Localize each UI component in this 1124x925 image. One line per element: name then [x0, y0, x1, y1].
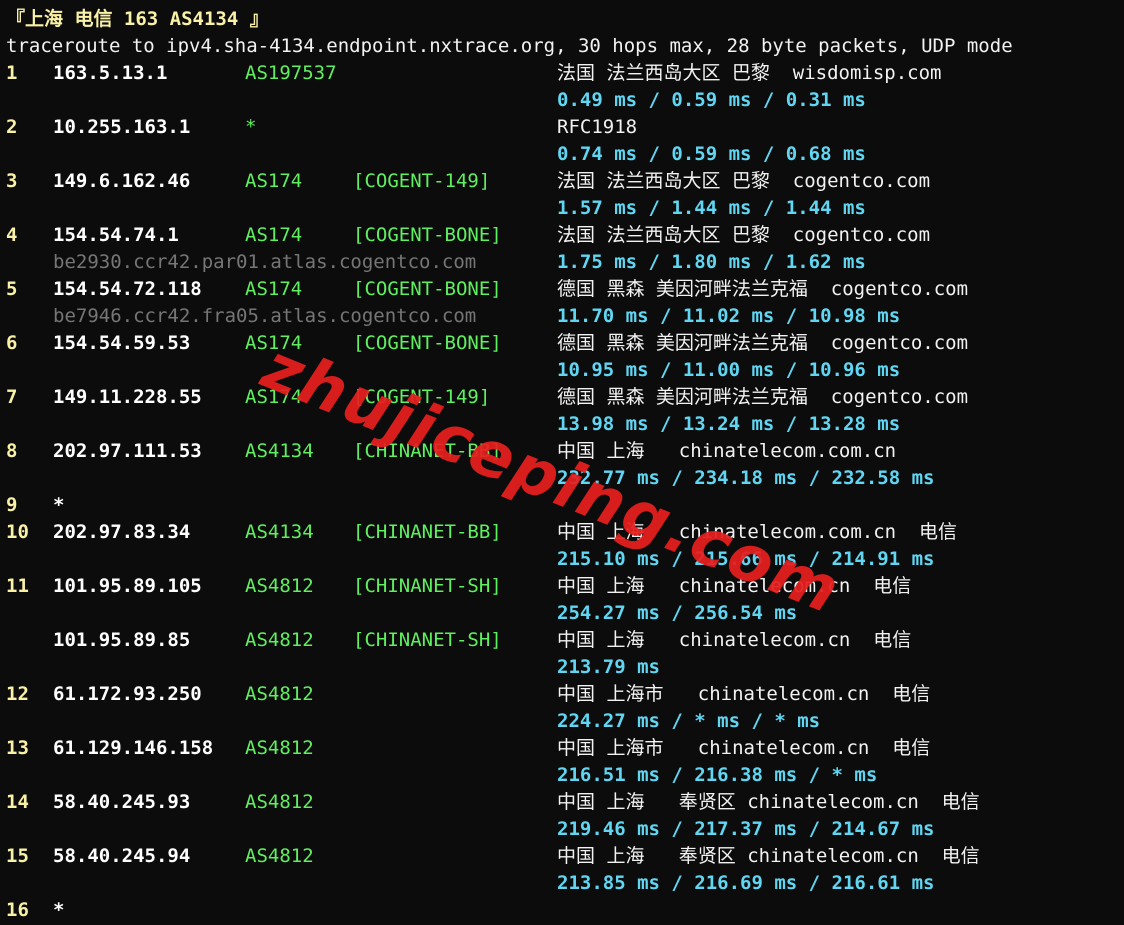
hop-ip: 101.95.89.85	[53, 629, 191, 651]
hop-ip: 58.40.245.93	[53, 791, 191, 813]
hop-rtt: 216.51 ms / 216.38 ms / * ms	[557, 764, 878, 786]
hop-network-tag: [COGENT-BONE]	[353, 332, 502, 354]
hop-network-tag: [CHINANET-SH]	[353, 575, 502, 597]
hop-ip: 61.172.93.250	[53, 683, 202, 705]
hop-geo: 中国 上海 chinatelecom.cn 电信	[557, 629, 912, 651]
hop-asn: AS4812	[245, 737, 314, 759]
trace-header: 『上海 电信 163 AS4134 』	[6, 8, 269, 30]
hop-ip: 154.54.74.1	[53, 224, 179, 246]
terminal-window: 『上海 电信 163 AS4134 』 traceroute to ipv4.s…	[0, 0, 1124, 925]
hop-hostname: be7946.ccr42.fra05.atlas.cogentco.com	[53, 305, 477, 327]
hop-number: 7	[6, 386, 18, 408]
hop-ip: 10.255.163.1	[53, 116, 191, 138]
hop-asn: AS4812	[245, 845, 314, 867]
hop-number: 1	[6, 62, 18, 84]
hop-asn: AS4812	[245, 683, 314, 705]
hop-rtt: 213.85 ms / 216.69 ms / 216.61 ms	[557, 872, 935, 894]
hop-asn: AS174	[245, 224, 303, 246]
hop-number: 12	[6, 683, 29, 705]
hop-geo: 德国 黑森 美因河畔法兰克福 cogentco.com	[557, 386, 969, 408]
hop-number: 3	[6, 170, 18, 192]
hop-ip: 154.54.59.53	[53, 332, 191, 354]
hop-number: 9	[6, 494, 18, 516]
hop-rtt: 224.27 ms / * ms / * ms	[557, 710, 821, 732]
hop-geo: 中国 上海市 chinatelecom.cn 电信	[557, 683, 931, 705]
hop-ip: 58.40.245.94	[53, 845, 191, 867]
hop-geo: 德国 黑森 美因河畔法兰克福 cogentco.com	[557, 332, 969, 354]
hop-ip: 202.97.111.53	[53, 440, 202, 462]
hop-rtt: 1.57 ms / 1.44 ms / 1.44 ms	[557, 197, 866, 219]
hop-geo: 中国 上海 chinatelecom.com.cn	[557, 440, 897, 462]
hop-asn: AS4812	[245, 791, 314, 813]
hop-number: 13	[6, 737, 29, 759]
hop-ip: *	[53, 899, 65, 921]
hop-rtt: 13.98 ms / 13.24 ms / 13.28 ms	[557, 413, 901, 435]
hop-geo: 中国 上海 奉贤区 chinatelecom.cn 电信	[557, 845, 980, 867]
hop-ip: *	[53, 494, 65, 516]
hop-rtt: 0.49 ms / 0.59 ms / 0.31 ms	[557, 89, 866, 111]
traceroute-command: traceroute to ipv4.sha-4134.endpoint.nxt…	[6, 35, 1013, 57]
hop-rtt: 219.46 ms / 217.37 ms / 214.67 ms	[557, 818, 935, 840]
hop-ip: 149.6.162.46	[53, 170, 191, 192]
hop-asn: AS4134	[245, 440, 314, 462]
hop-ip: 163.5.13.1	[53, 62, 168, 84]
hop-hostname: be2930.ccr42.par01.atlas.cogentco.com	[53, 251, 477, 273]
hop-rtt: 0.74 ms / 0.59 ms / 0.68 ms	[557, 143, 866, 165]
hop-asn: AS4134	[245, 521, 314, 543]
hop-rtt: 213.79 ms	[557, 656, 660, 678]
hop-geo: 法国 法兰西岛大区 巴黎 wisdomisp.com	[557, 62, 942, 84]
hop-geo: 中国 上海 奉贤区 chinatelecom.cn 电信	[557, 791, 980, 813]
hop-number: 2	[6, 116, 18, 138]
hop-ip: 154.54.72.118	[53, 278, 202, 300]
hop-number: 4	[6, 224, 18, 246]
hop-number: 16	[6, 899, 29, 921]
hop-ip: 61.129.146.158	[53, 737, 214, 759]
hop-number: 6	[6, 332, 18, 354]
hop-asn: AS174	[245, 170, 303, 192]
hop-number: 11	[6, 575, 29, 597]
hop-number: 5	[6, 278, 18, 300]
hop-asn: *	[245, 116, 257, 138]
hop-geo: 中国 上海市 chinatelecom.cn 电信	[557, 737, 931, 759]
hop-number: 14	[6, 791, 29, 813]
hop-geo: 法国 法兰西岛大区 巴黎 cogentco.com	[557, 170, 931, 192]
hop-asn: AS174	[245, 278, 303, 300]
hop-number: 15	[6, 845, 29, 867]
hop-ip: 101.95.89.105	[53, 575, 202, 597]
hop-geo: 法国 法兰西岛大区 巴黎 cogentco.com	[557, 224, 931, 246]
hop-asn: AS197537	[245, 62, 337, 84]
hop-number: 8	[6, 440, 18, 462]
hop-network-tag: [COGENT-BONE]	[353, 278, 502, 300]
hop-network-tag: [CHINANET-SH]	[353, 629, 502, 651]
hop-rtt: 1.75 ms / 1.80 ms / 1.62 ms	[557, 251, 866, 273]
hop-geo: 德国 黑森 美因河畔法兰克福 cogentco.com	[557, 278, 969, 300]
hop-asn: AS4812	[245, 629, 314, 651]
hop-rtt: 11.70 ms / 11.02 ms / 10.98 ms	[557, 305, 901, 327]
hop-geo: RFC1918	[557, 116, 638, 138]
hop-ip: 149.11.228.55	[53, 386, 202, 408]
hop-ip: 202.97.83.34	[53, 521, 191, 543]
hop-rtt: 10.95 ms / 11.00 ms / 10.96 ms	[557, 359, 901, 381]
hop-network-tag: [COGENT-149]	[353, 170, 491, 192]
hop-number: 10	[6, 521, 29, 543]
hop-network-tag: [COGENT-BONE]	[353, 224, 502, 246]
hop-network-tag: [CHINANET-BB]	[353, 521, 502, 543]
hop-asn: AS4812	[245, 575, 314, 597]
